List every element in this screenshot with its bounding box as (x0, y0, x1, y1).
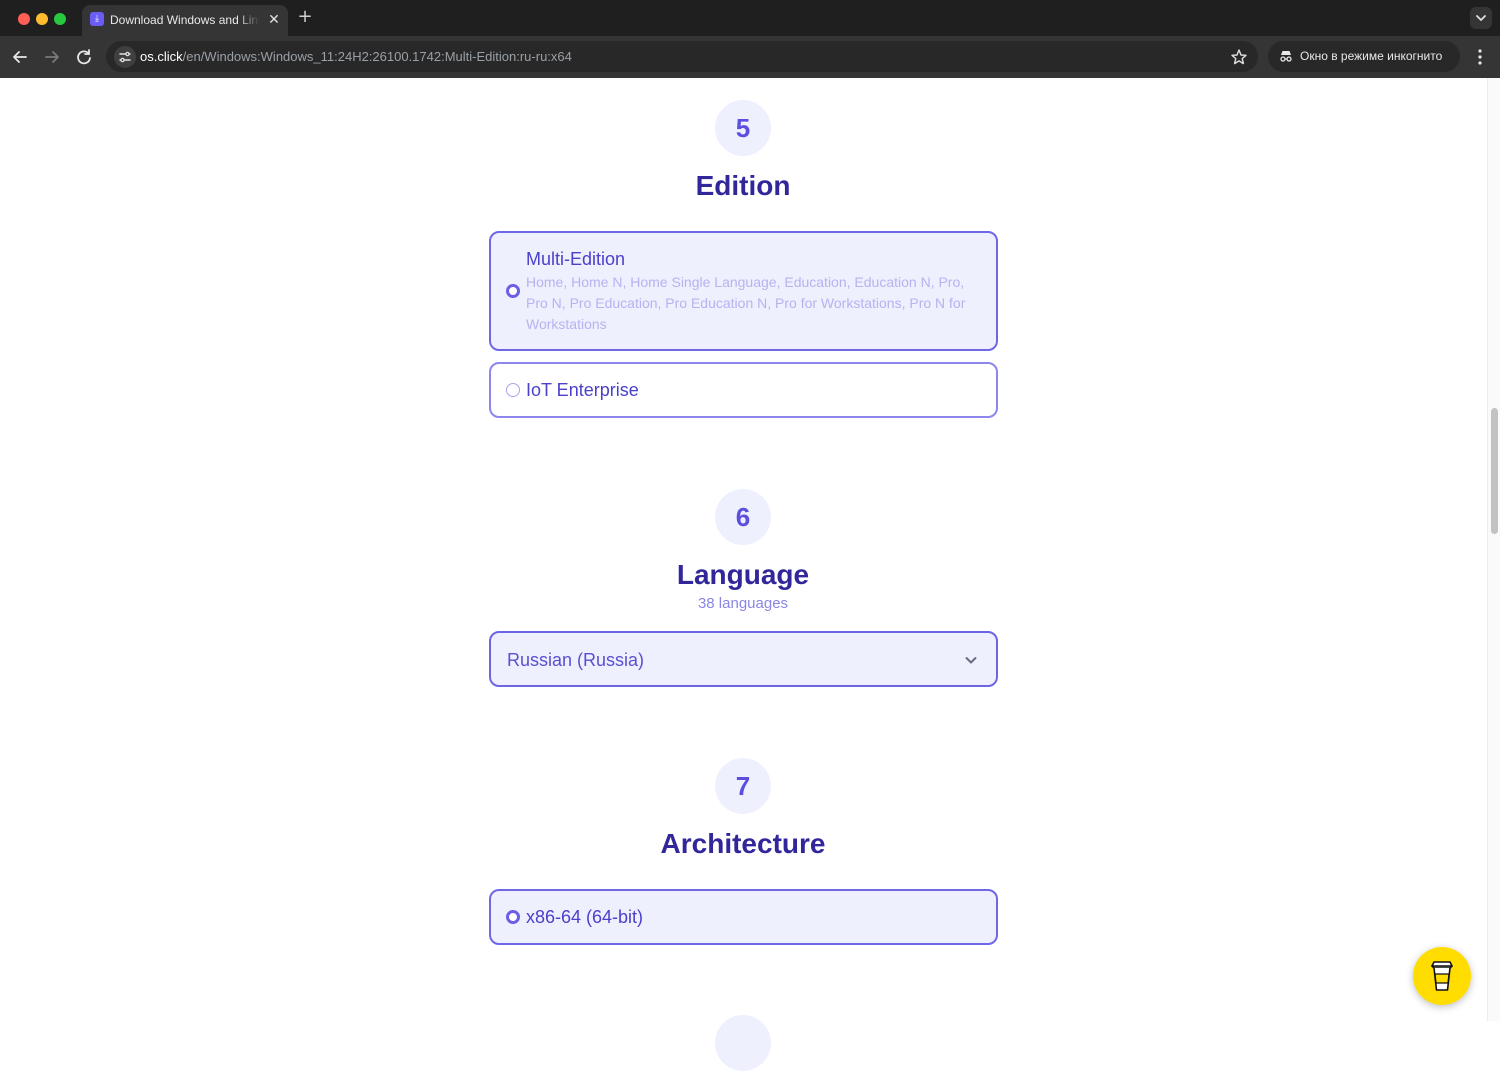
site-info-button[interactable] (114, 46, 136, 68)
option-description: Home, Home N, Home Single Language, Educ… (526, 274, 966, 332)
step-number-8 (715, 1015, 771, 1071)
address-bar[interactable]: os.click/en/Windows:Windows_11:24H2:2610… (106, 41, 1258, 72)
star-icon (1231, 49, 1247, 65)
radio-checked[interactable] (506, 910, 520, 924)
close-window-button[interactable] (18, 13, 30, 25)
chevron-down-icon (965, 657, 977, 664)
browser-menu-button[interactable] (1470, 46, 1490, 68)
chevron-down-icon (1476, 15, 1486, 21)
incognito-indicator[interactable]: Окно в режиме инкогнито (1268, 41, 1460, 72)
architecture-heading: Architecture (660, 828, 826, 859)
option-title: Multi-Edition (526, 249, 626, 269)
option-title: IoT Enterprise (526, 380, 639, 400)
radio-checked[interactable] (506, 284, 520, 298)
browser-toolbar: os.click/en/Windows:Windows_11:24H2:2610… (0, 36, 1500, 78)
tab-search-button[interactable] (1470, 7, 1492, 29)
page-scrollbar[interactable] (1487, 78, 1500, 1021)
minimize-window-button[interactable] (36, 13, 48, 25)
architecture-option-x64[interactable]: x86-64 (64-bit) (489, 889, 998, 945)
arrow-right-icon (45, 51, 59, 63)
download-icon: ⤓ (90, 12, 104, 26)
url-text: os.click/en/Windows:Windows_11:24H2:2610… (140, 49, 572, 64)
bookmark-star-button[interactable] (1228, 46, 1250, 68)
url-path: /en/Windows:Windows_11:24H2:26100.1742:M… (182, 49, 572, 64)
more-vertical-icon (1478, 49, 1482, 65)
radio-unchecked[interactable] (506, 383, 520, 397)
step-number-7: 7 (715, 758, 771, 814)
tab-strip: ⤓ Download Windows and Linux ✕ + (0, 0, 1500, 36)
step-number-6: 6 (715, 489, 771, 545)
browser-chrome: ⤓ Download Windows and Linux ✕ + os.clic… (0, 0, 1500, 78)
incognito-label: Окно в режиме инкогнито (1300, 49, 1443, 63)
reload-button[interactable] (73, 46, 95, 68)
step-number-5: 5 (715, 100, 771, 156)
new-tab-icon[interactable]: + (296, 8, 314, 26)
scrollbar-thumb[interactable] (1491, 408, 1498, 534)
edition-option-iot-enterprise[interactable]: IoT Enterprise (489, 362, 998, 418)
edition-heading: Edition (695, 170, 791, 201)
reload-icon (77, 49, 91, 65)
maximize-window-button[interactable] (54, 13, 66, 25)
tune-icon (119, 51, 131, 63)
edition-option-multi-edition[interactable]: Multi-Edition Home, Home N, Home Single … (489, 231, 998, 351)
tab-title: Download Windows and Linux (110, 13, 260, 27)
coffee-cup-icon (1431, 961, 1453, 991)
language-heading: Language (676, 559, 810, 590)
language-selected-value: Russian (Russia) (507, 650, 645, 670)
option-title: x86-64 (64-bit) (526, 907, 644, 927)
forward-button[interactable] (41, 46, 63, 68)
close-tab-icon[interactable]: ✕ (266, 11, 282, 29)
browser-tab[interactable]: ⤓ Download Windows and Linux ✕ (82, 5, 288, 36)
buy-me-a-coffee-button[interactable] (1413, 947, 1471, 1005)
language-select[interactable]: Russian (Russia) (489, 631, 998, 687)
url-host: os.click (140, 49, 183, 64)
language-count: 38 languages (697, 595, 789, 612)
page-viewport: 5 Edition Multi-Edition Home, Home N, Ho… (0, 78, 1500, 1071)
arrow-left-icon (13, 51, 27, 63)
incognito-icon (1280, 51, 1292, 62)
back-button[interactable] (9, 46, 31, 68)
